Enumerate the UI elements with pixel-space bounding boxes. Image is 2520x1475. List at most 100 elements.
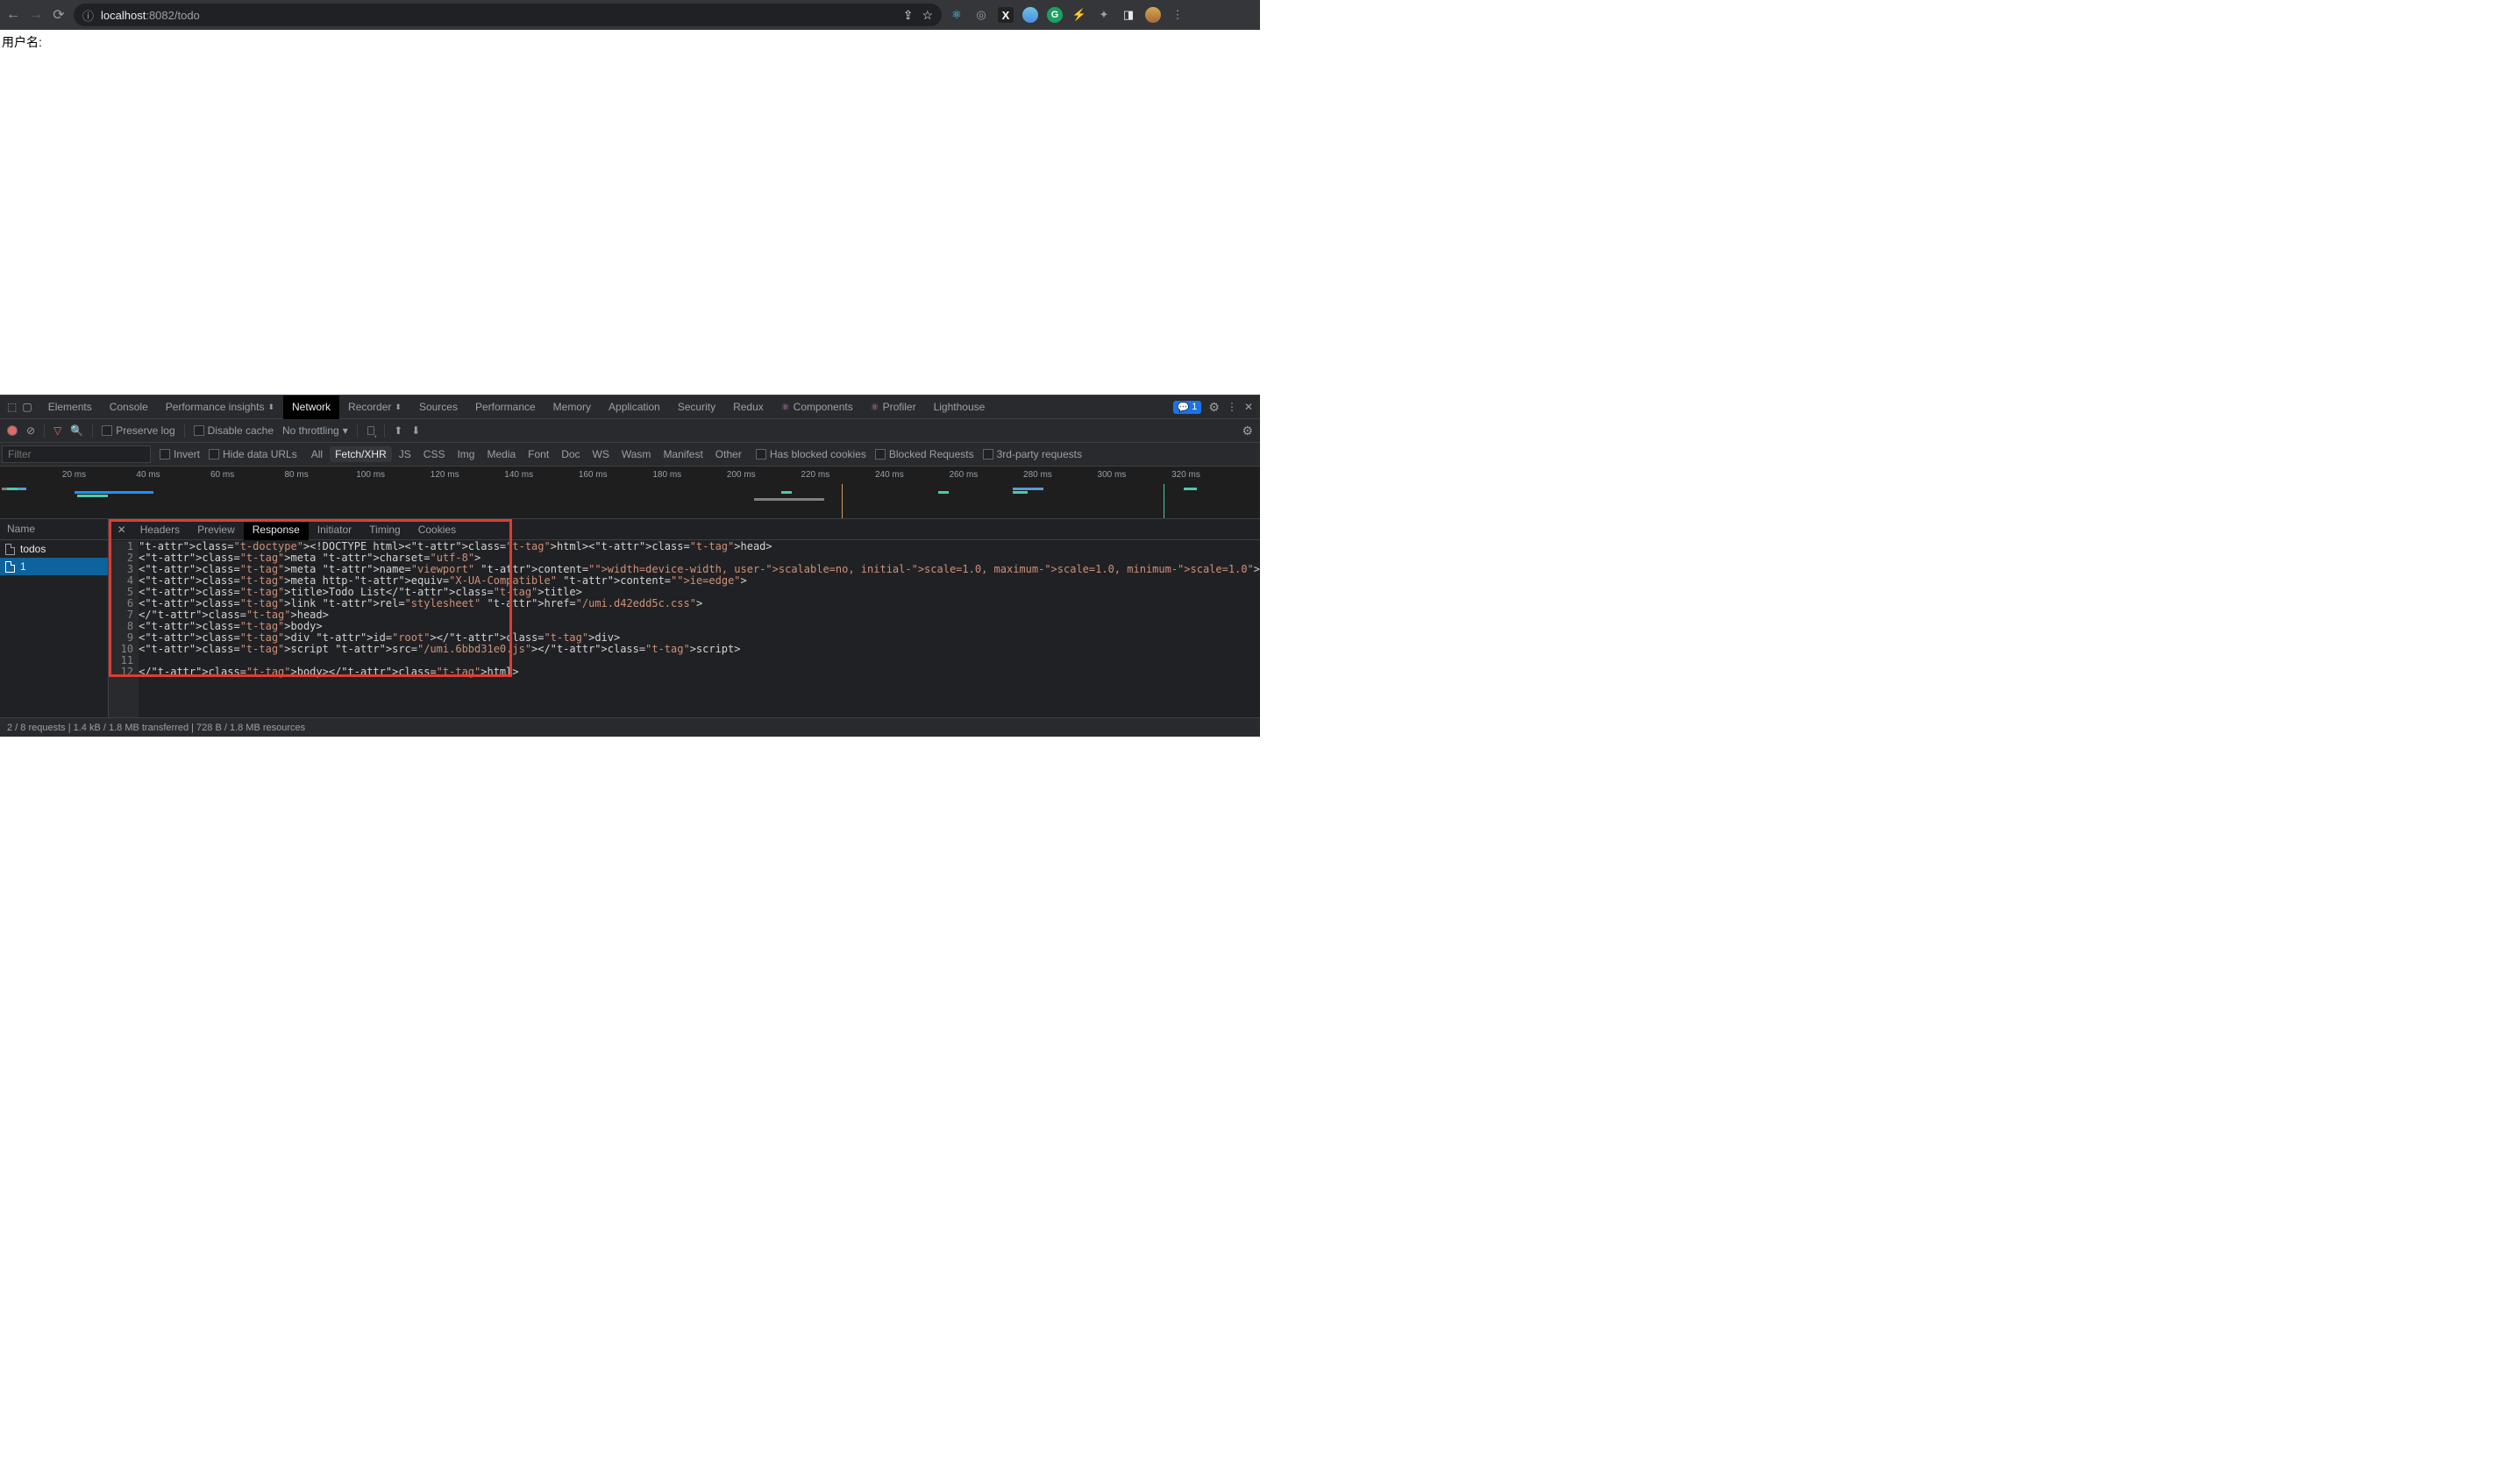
record-button[interactable] xyxy=(7,425,18,436)
has-blocked-cookies-checkbox[interactable]: Has blocked cookies xyxy=(756,448,866,460)
third-party-checkbox[interactable]: 3rd-party requests xyxy=(983,448,1082,460)
filter-chip-css[interactable]: CSS xyxy=(418,446,451,462)
extension-x-icon[interactable]: X xyxy=(998,7,1014,23)
react-devtools-icon[interactable]: ⚛ xyxy=(949,7,965,23)
filter-chip-font[interactable]: Font xyxy=(523,446,554,462)
code-line: </"t-attr">class="t-tag">body></"t-attr"… xyxy=(139,666,1260,678)
filter-chip-ws[interactable]: WS xyxy=(587,446,615,462)
extensions-menu-icon[interactable]: ✦ xyxy=(1096,7,1112,23)
url-text: localhost:8082/todo xyxy=(101,9,200,22)
page-viewport: 用户名: xyxy=(0,30,1260,395)
messages-badge[interactable]: 💬1 xyxy=(1173,401,1202,414)
export-har-icon[interactable]: ⬇ xyxy=(411,424,420,437)
detail-tab-cookies[interactable]: Cookies xyxy=(409,519,465,540)
profile-avatar-icon[interactable] xyxy=(1145,7,1161,23)
reload-button[interactable]: ⟳ xyxy=(51,7,67,23)
network-settings-icon[interactable]: ⚙ xyxy=(1242,424,1253,438)
timeline-tick: 280 ms xyxy=(1023,470,1052,480)
tab-profiler[interactable]: ⚛ Profiler xyxy=(862,395,925,419)
tab-performance[interactable]: Performance xyxy=(466,395,545,419)
timeline-tick: 160 ms xyxy=(579,470,608,480)
throttling-select[interactable]: No throttling▾ xyxy=(282,424,348,437)
detail-tab-response[interactable]: Response xyxy=(244,519,309,540)
timeline-tick: 140 ms xyxy=(504,470,533,480)
extension-globe-icon[interactable] xyxy=(1022,7,1038,23)
detail-tab-preview[interactable]: Preview xyxy=(189,519,244,540)
tab-application[interactable]: Application xyxy=(600,395,669,419)
clear-button[interactable]: ⊘ xyxy=(26,424,35,437)
bookmark-icon[interactable]: ☆ xyxy=(922,8,933,23)
disable-cache-checkbox[interactable]: Disable cache xyxy=(194,424,274,437)
devtools-panel: ⬚ ▢ ElementsConsolePerformance insights … xyxy=(0,395,1260,737)
request-name: todos xyxy=(20,543,46,555)
timeline-tick: 240 ms xyxy=(875,470,904,480)
devtools-settings-icon[interactable]: ⚙ xyxy=(1208,400,1220,415)
filter-chip-js[interactable]: JS xyxy=(394,446,416,462)
request-list-header[interactable]: Name xyxy=(0,519,108,540)
device-toggle-icon[interactable]: ▢ xyxy=(22,401,32,413)
filter-chip-doc[interactable]: Doc xyxy=(556,446,585,462)
site-info-icon[interactable]: ⓘ xyxy=(82,7,94,24)
network-conditions-icon[interactable]: ᯤ͎ xyxy=(367,424,376,438)
back-button[interactable]: ← xyxy=(5,7,21,23)
hide-data-urls-checkbox[interactable]: Hide data URLs xyxy=(209,448,297,460)
extension-circles-icon[interactable]: ◎ xyxy=(973,7,989,23)
file-icon xyxy=(5,561,15,573)
network-body: Name todos 1 ✕ HeadersPreviewResponseInit… xyxy=(0,519,1260,717)
filter-chip-img[interactable]: Img xyxy=(452,446,480,462)
filter-chip-all[interactable]: All xyxy=(306,446,328,462)
network-filter-bar: Invert Hide data URLs AllFetch/XHRJSCSSI… xyxy=(0,443,1260,467)
timeline-tick: 320 ms xyxy=(1171,470,1200,480)
search-icon[interactable]: 🔍 xyxy=(70,424,83,437)
inspect-icon[interactable]: ⬚ xyxy=(7,401,17,413)
filter-chip-manifest[interactable]: Manifest xyxy=(658,446,708,462)
tab-network[interactable]: Network xyxy=(283,395,339,419)
preserve-log-checkbox[interactable]: Preserve log xyxy=(102,424,174,437)
filter-chip-fetch-xhr[interactable]: Fetch/XHR xyxy=(330,446,392,462)
filter-chip-media[interactable]: Media xyxy=(481,446,521,462)
extension-bolt-icon[interactable]: ⚡ xyxy=(1071,7,1087,23)
detail-tab-timing[interactable]: Timing xyxy=(360,519,409,540)
tab-sources[interactable]: Sources xyxy=(410,395,466,419)
file-icon xyxy=(5,544,15,555)
response-code-area[interactable]: 123456789101112 "t-attr">class="t-doctyp… xyxy=(109,540,1260,717)
extension-icons: ⚛ ◎ X G ⚡ ✦ ◨ ⋮ xyxy=(949,7,1185,23)
filter-chip-wasm[interactable]: Wasm xyxy=(616,446,657,462)
import-har-icon[interactable]: ⬆ xyxy=(394,424,402,437)
forward-button[interactable]: → xyxy=(28,7,44,23)
detail-tabs: ✕ HeadersPreviewResponseInitiatorTimingC… xyxy=(109,519,1260,540)
tab-lighthouse[interactable]: Lighthouse xyxy=(925,395,994,419)
devtools-main-tabs: ⬚ ▢ ElementsConsolePerformance insights … xyxy=(0,395,1260,419)
tab-console[interactable]: Console xyxy=(101,395,157,419)
status-text: 2 / 8 requests | 1.4 kB / 1.8 MB transfe… xyxy=(7,723,305,733)
grammarly-icon[interactable]: G xyxy=(1047,7,1063,23)
request-row[interactable]: todos xyxy=(0,540,108,558)
close-detail-icon[interactable]: ✕ xyxy=(112,524,132,536)
tab-recorder[interactable]: Recorder ⬍ xyxy=(339,395,410,419)
tab-memory[interactable]: Memory xyxy=(545,395,600,419)
tab-redux[interactable]: Redux xyxy=(724,395,772,419)
address-bar[interactable]: ⓘ localhost:8082/todo ⇪ ☆ xyxy=(74,4,942,26)
filter-chip-other[interactable]: Other xyxy=(710,446,747,462)
side-panel-icon[interactable]: ◨ xyxy=(1121,7,1136,23)
detail-tab-headers[interactable]: Headers xyxy=(132,519,189,540)
devtools-more-icon[interactable]: ⋮ xyxy=(1227,401,1237,413)
timeline-tick: 20 ms xyxy=(62,470,86,480)
blocked-requests-checkbox[interactable]: Blocked Requests xyxy=(875,448,974,460)
detail-tab-initiator[interactable]: Initiator xyxy=(309,519,360,540)
invert-checkbox[interactable]: Invert xyxy=(160,448,200,460)
tab-performance-insights[interactable]: Performance insights ⬍ xyxy=(157,395,283,419)
timeline-tick: 120 ms xyxy=(431,470,459,480)
network-timeline[interactable]: 20 ms40 ms60 ms80 ms100 ms120 ms140 ms16… xyxy=(0,467,1260,519)
request-row[interactable]: 1 xyxy=(0,558,108,575)
menu-icon[interactable]: ⋮ xyxy=(1170,7,1185,23)
devtools-close-icon[interactable]: ✕ xyxy=(1244,401,1253,413)
tab-elements[interactable]: Elements xyxy=(39,395,101,419)
filter-toggle-icon[interactable]: ▽ xyxy=(53,424,61,437)
tab-components[interactable]: ⚛ Components xyxy=(772,395,862,419)
filter-input[interactable] xyxy=(2,445,151,463)
share-icon[interactable]: ⇪ xyxy=(903,8,914,23)
request-list: Name todos 1 xyxy=(0,519,109,717)
tab-security[interactable]: Security xyxy=(669,395,724,419)
username-label: 用户名: xyxy=(2,35,42,49)
